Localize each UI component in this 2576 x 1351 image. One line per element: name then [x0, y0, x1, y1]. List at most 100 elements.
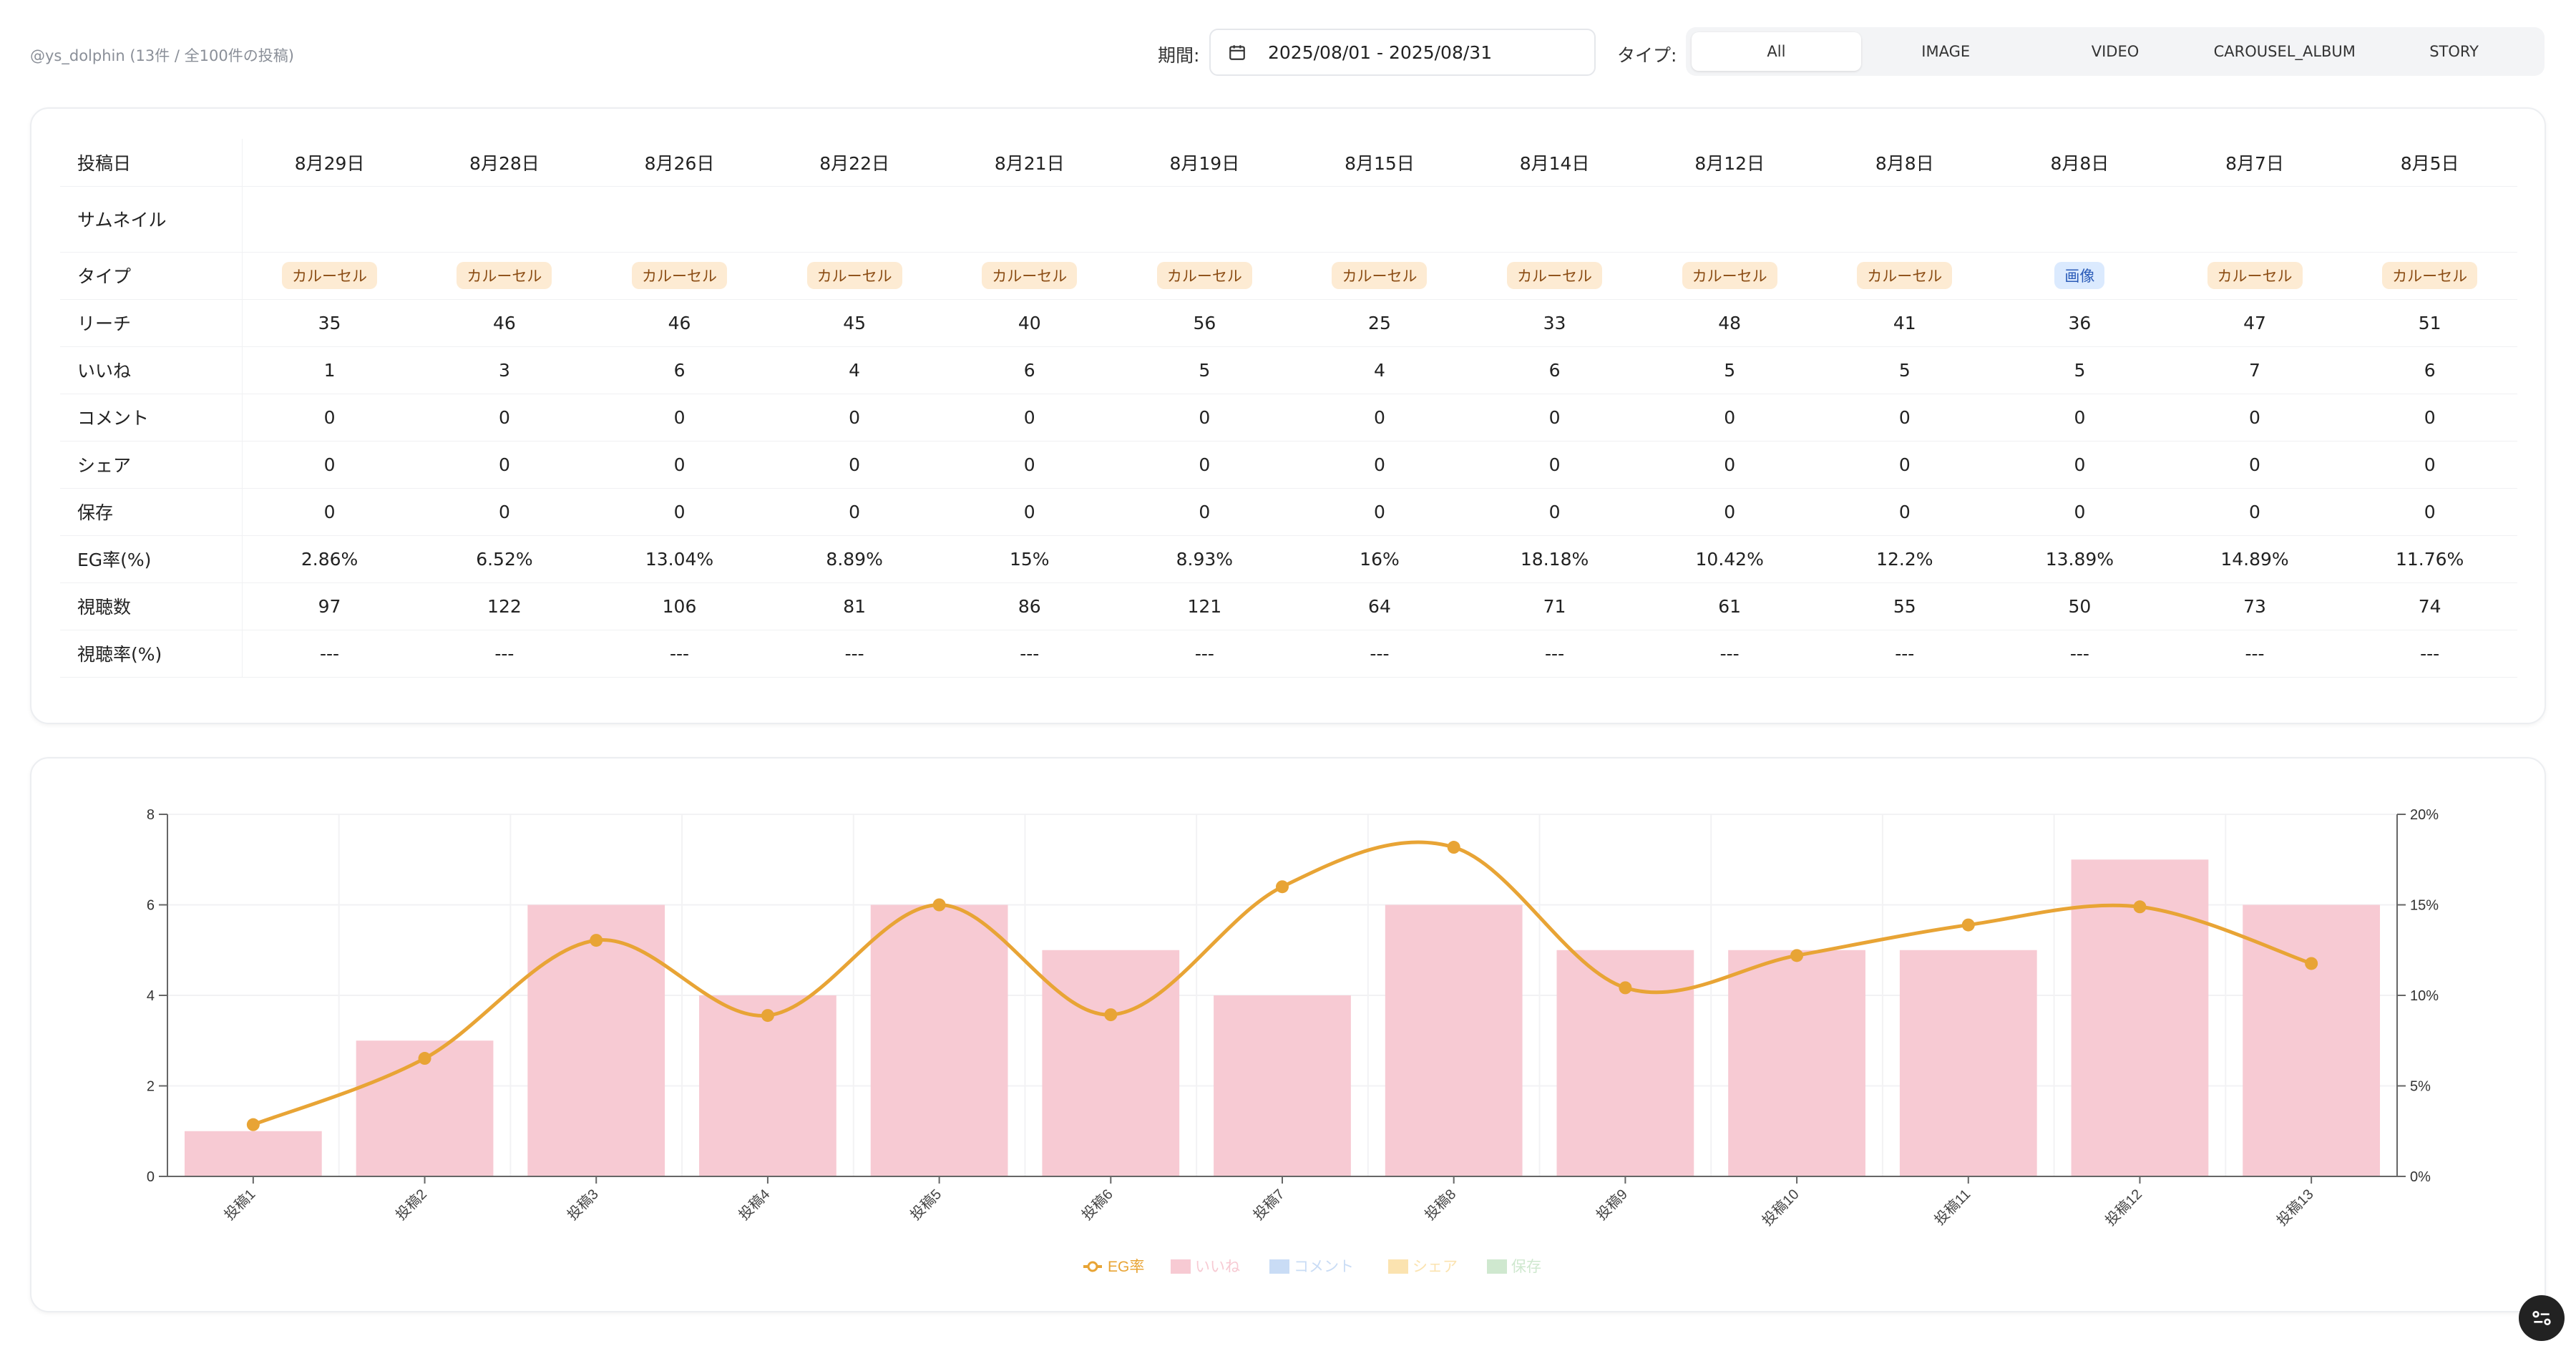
cell-date: 8月22日 [766, 139, 942, 187]
x-axis-tick-label: 投稿3 [564, 1186, 601, 1223]
cell-views: 86 [942, 582, 1118, 630]
cell-view-rate: --- [242, 630, 417, 678]
eg-rate-point [932, 898, 946, 912]
thumbnail-cell [1992, 186, 2167, 253]
cell-likes: 6 [942, 346, 1118, 394]
type-cell: カルーセル [1292, 252, 1468, 300]
cell-shares: 0 [766, 441, 942, 489]
cell-comments: 0 [1292, 394, 1468, 442]
legend-box-swatch [1388, 1259, 1408, 1274]
type-cell: カルーセル [242, 252, 417, 300]
cell-view-rate: --- [2342, 630, 2517, 678]
cell-likes: 4 [1292, 346, 1468, 394]
cell-comments: 0 [1117, 394, 1292, 442]
type-filter-image[interactable]: IMAGE [1861, 32, 2031, 71]
thumbnail-cell [1117, 186, 1292, 253]
cell-saves: 0 [2342, 488, 2517, 536]
calendar-icon [1229, 45, 1245, 60]
cell-date: 8月7日 [2167, 139, 2343, 187]
type-filter-carousel-album[interactable]: CAROUSEL_ALBUM [2200, 32, 2369, 71]
cell-date: 8月21日 [942, 139, 1118, 187]
cell-likes: 6 [592, 346, 767, 394]
cell-likes: 4 [766, 346, 942, 394]
x-axis-tick-label: 投稿1 [221, 1186, 258, 1223]
cell-views: 97 [242, 582, 417, 630]
cell-eg-rate: 15% [942, 535, 1118, 583]
type-cell: カルーセル [2167, 252, 2343, 300]
cell-saves: 0 [2167, 488, 2343, 536]
left-axis-tick-label: 0 [147, 1169, 155, 1185]
type-filter-video[interactable]: VIDEO [2031, 32, 2200, 71]
legend-box-swatch [1171, 1259, 1191, 1274]
type-filter-all[interactable]: All [1692, 32, 1861, 71]
cell-views: 121 [1117, 582, 1292, 630]
thumbnail-cell [2342, 186, 2517, 253]
cell-shares: 0 [1292, 441, 1468, 489]
cell-views: 61 [1641, 582, 1818, 630]
x-axis-tick-label: 投稿10 [1759, 1186, 1802, 1229]
legend-item-1[interactable]: いいね [1171, 1259, 1240, 1275]
cell-saves: 0 [242, 488, 417, 536]
post-metrics-table: 投稿日 8月29日 8月28日 8月26日 8月22日 8月21日 8月19日 8月15日 8月… [60, 139, 2517, 678]
legend-item-3[interactable]: シェア [1388, 1259, 1458, 1275]
cell-views: 64 [1292, 582, 1468, 630]
eg-rate-point [2305, 957, 2318, 970]
cell-likes: 1 [242, 346, 417, 394]
cell-views: 55 [1817, 582, 1993, 630]
cell-comments: 0 [592, 394, 767, 442]
cell-shares: 0 [1641, 441, 1818, 489]
legend-item-2[interactable]: コメント [1269, 1259, 1354, 1275]
cell-likes: 6 [1467, 346, 1642, 394]
type-badge: カルーセル [982, 262, 1078, 289]
cell-shares: 0 [242, 441, 417, 489]
cell-likes: 5 [1117, 346, 1292, 394]
engagement-chart-card: 0 0% 2 5% 4 10% 6 15% 8 20% 投稿1 投稿2 投稿3 投稿4 投稿5 投稿6 投稿7 投… [30, 757, 2546, 1312]
type-filter-story[interactable]: STORY [2369, 32, 2539, 71]
row-label: いいね [60, 346, 243, 394]
cell-views: 73 [2167, 582, 2343, 630]
cell-saves: 0 [942, 488, 1118, 536]
cell-eg-rate: 10.42% [1641, 535, 1818, 583]
cell-shares: 0 [416, 441, 592, 489]
table-row-view-rate: 視聴率(%) --- --- --- --- --- --- --- --- --- --- --- -… [60, 630, 2517, 678]
x-axis-tick-label: 投稿8 [1422, 1186, 1459, 1223]
eg-rate-point [1104, 1008, 1118, 1022]
cell-eg-rate: 13.04% [592, 535, 767, 583]
date-range-picker[interactable]: 2025/08/01 - 2025/08/31 [1209, 29, 1596, 76]
bar-likes [1214, 995, 1351, 1176]
cell-views: 81 [766, 582, 942, 630]
cell-shares: 0 [1117, 441, 1292, 489]
post-metrics-card: 投稿日 8月29日 8月28日 8月26日 8月22日 8月21日 8月19日 8月15日 8月… [30, 107, 2546, 724]
period-label: 期間: [1158, 45, 1200, 66]
legend-item-0[interactable]: EG率 [1083, 1259, 1144, 1275]
row-label: コメント [60, 394, 243, 442]
bar-likes [1042, 950, 1180, 1176]
cell-saves: 0 [1817, 488, 1993, 536]
cell-reach: 51 [2342, 299, 2517, 347]
cell-reach: 56 [1117, 299, 1292, 347]
cell-shares: 0 [942, 441, 1118, 489]
cell-comments: 0 [2342, 394, 2517, 442]
cell-saves: 0 [1641, 488, 1818, 536]
cell-date: 8月5日 [2342, 139, 2517, 187]
type-badge: カルーセル [457, 262, 552, 289]
cell-view-rate: --- [1292, 630, 1468, 678]
cell-shares: 0 [2342, 441, 2517, 489]
type-cell: カルーセル [1641, 252, 1818, 300]
cell-likes: 5 [1641, 346, 1818, 394]
cell-date: 8月15日 [1292, 139, 1468, 187]
cell-likes: 7 [2167, 346, 2343, 394]
type-cell: カルーセル [416, 252, 592, 300]
settings-fab-button[interactable] [2519, 1295, 2565, 1341]
x-axis-tick-label: 投稿6 [1078, 1186, 1116, 1223]
cell-reach: 48 [1641, 299, 1818, 347]
x-axis-tick-label: 投稿13 [2273, 1186, 2316, 1229]
eg-rate-point [1619, 981, 1632, 995]
cell-eg-rate: 11.76% [2342, 535, 2517, 583]
cell-date: 8月14日 [1467, 139, 1642, 187]
type-filter-segmented-control: All IMAGE VIDEO CAROUSEL_ALBUM STORY [1686, 27, 2545, 76]
legend-item-4[interactable]: 保存 [1487, 1259, 1541, 1275]
thumbnail-cell [766, 186, 942, 253]
cell-views: 50 [1992, 582, 2167, 630]
right-axis-tick-label: 5% [2410, 1079, 2431, 1095]
